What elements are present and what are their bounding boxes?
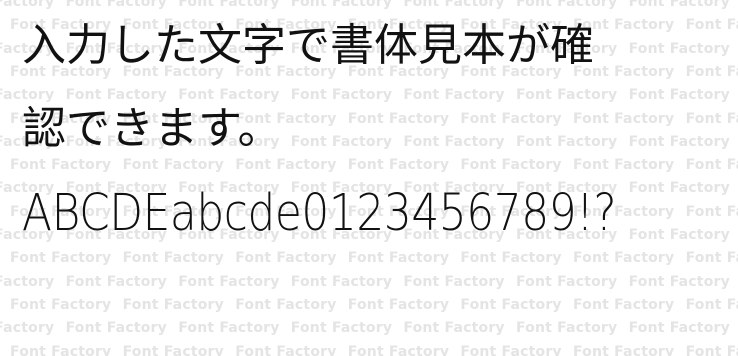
watermark-text: Font Factory (460, 296, 562, 313)
watermark-text: Font Factory (403, 0, 505, 10)
watermark-text: Font Factory (628, 87, 730, 104)
watermark-text: Font Factory (122, 157, 224, 174)
watermark-text: Font Factory (685, 296, 738, 313)
watermark-text: Font Factory (178, 87, 280, 104)
watermark-text: Font Factory (515, 320, 618, 337)
watermark-text: Font Factory (10, 343, 112, 356)
watermark-text: Font Factory (460, 157, 562, 174)
watermark-text: Font Factory (685, 63, 738, 80)
watermark-text: Font Factory (460, 110, 562, 127)
watermark-text: Font Factory (685, 343, 738, 356)
watermark-text: Font Factory (403, 87, 505, 104)
sample-line-japanese-2: 認できます。 (22, 103, 282, 154)
watermark-text: Font Factory (403, 320, 505, 337)
watermark-text: Font Factory (628, 320, 730, 337)
watermark-text: Font Factory (235, 157, 337, 174)
watermark-text: Font Factory (347, 250, 450, 267)
watermark-text: Font Factory (10, 250, 112, 267)
watermark-text: Font Factory (290, 273, 393, 290)
watermark-text: Font Factory (515, 0, 618, 10)
watermark-text: Font Factory (347, 343, 450, 356)
watermark-text: Font Factory (628, 227, 730, 243)
watermark-row: Font Factory Font Factory Font Factory Font… (0, 320, 738, 336)
watermark-text: Font Factory (628, 133, 730, 150)
watermark-text: Font Factory (0, 320, 55, 337)
watermark-text: Font Factory (347, 157, 450, 174)
watermark-text: Font Factory (347, 296, 450, 313)
watermark-row: Font Factory Font Factory Font Factory Font… (10, 297, 738, 313)
watermark-text: Font Factory (685, 250, 738, 267)
watermark-text: Font Factory (572, 250, 675, 267)
watermark-text: Font Factory (290, 87, 393, 104)
watermark-text: Font Factory (235, 343, 337, 356)
watermark-text: Font Factory (515, 87, 618, 104)
watermark-text: Font Factory (460, 250, 562, 267)
watermark-text: Font Factory (628, 40, 730, 57)
watermark-text: Font Factory (403, 273, 505, 290)
watermark-text: Font Factory (235, 250, 337, 267)
watermark-text: Font Factory (685, 203, 738, 220)
watermark-text: Font Factory (65, 273, 167, 290)
watermark-text: Font Factory (0, 87, 55, 104)
watermark-text: Font Factory (628, 0, 730, 10)
watermark-row: Font Factory Font Factory Font Factory Font… (10, 344, 738, 356)
watermark-row: Font Factory Font Factory Font Factory Font… (0, 87, 738, 103)
watermark-text: Font Factory (10, 296, 112, 313)
watermark-text: Font Factory (65, 0, 167, 10)
watermark-text: Font Factory (122, 296, 224, 313)
watermark-text: Font Factory (572, 343, 675, 356)
watermark-text: Font Factory (685, 110, 738, 127)
watermark-text: Font Factory (65, 87, 167, 104)
watermark-text: Font Factory (685, 17, 738, 34)
watermark-text: Font Factory (572, 110, 675, 127)
watermark-text: Font Factory (572, 296, 675, 313)
watermark-text: Font Factory (290, 133, 393, 150)
watermark-text: Font Factory (628, 273, 730, 290)
watermark-row: Font Factory Font Factory Font Factory Font… (0, 0, 738, 10)
watermark-text: Font Factory (572, 157, 675, 174)
watermark-row: Font Factory Font Factory Font Factory Font… (10, 250, 738, 266)
watermark-text: Font Factory (65, 320, 167, 337)
watermark-text: Font Factory (290, 320, 393, 337)
sample-line-japanese-1: 入力した文字で書体見本が確 (22, 20, 594, 71)
sample-line-latin: ABCDEabcde0123456789!? (22, 184, 617, 243)
watermark-text: Font Factory (685, 157, 738, 174)
watermark-row: Font Factory Font Factory Font Factory Font… (10, 157, 738, 173)
watermark-text: Font Factory (178, 0, 280, 10)
watermark-text: Font Factory (178, 273, 280, 290)
watermark-text: Font Factory (122, 343, 224, 356)
watermark-text: Font Factory (0, 273, 55, 290)
watermark-text: Font Factory (10, 157, 112, 174)
watermark-text: Font Factory (347, 110, 450, 127)
watermark-row: Font Factory Font Factory Font Factory Font… (0, 274, 738, 290)
watermark-text: Font Factory (290, 0, 393, 10)
watermark-text: Font Factory (515, 273, 618, 290)
watermark-text: Font Factory (122, 250, 224, 267)
watermark-text: Font Factory (403, 133, 505, 150)
watermark-text: Font Factory (515, 133, 618, 150)
watermark-text: Font Factory (178, 320, 280, 337)
watermark-text: Font Factory (0, 0, 55, 10)
watermark-text: Font Factory (460, 343, 562, 356)
watermark-text: Font Factory (235, 296, 337, 313)
watermark-text: Font Factory (628, 180, 730, 197)
